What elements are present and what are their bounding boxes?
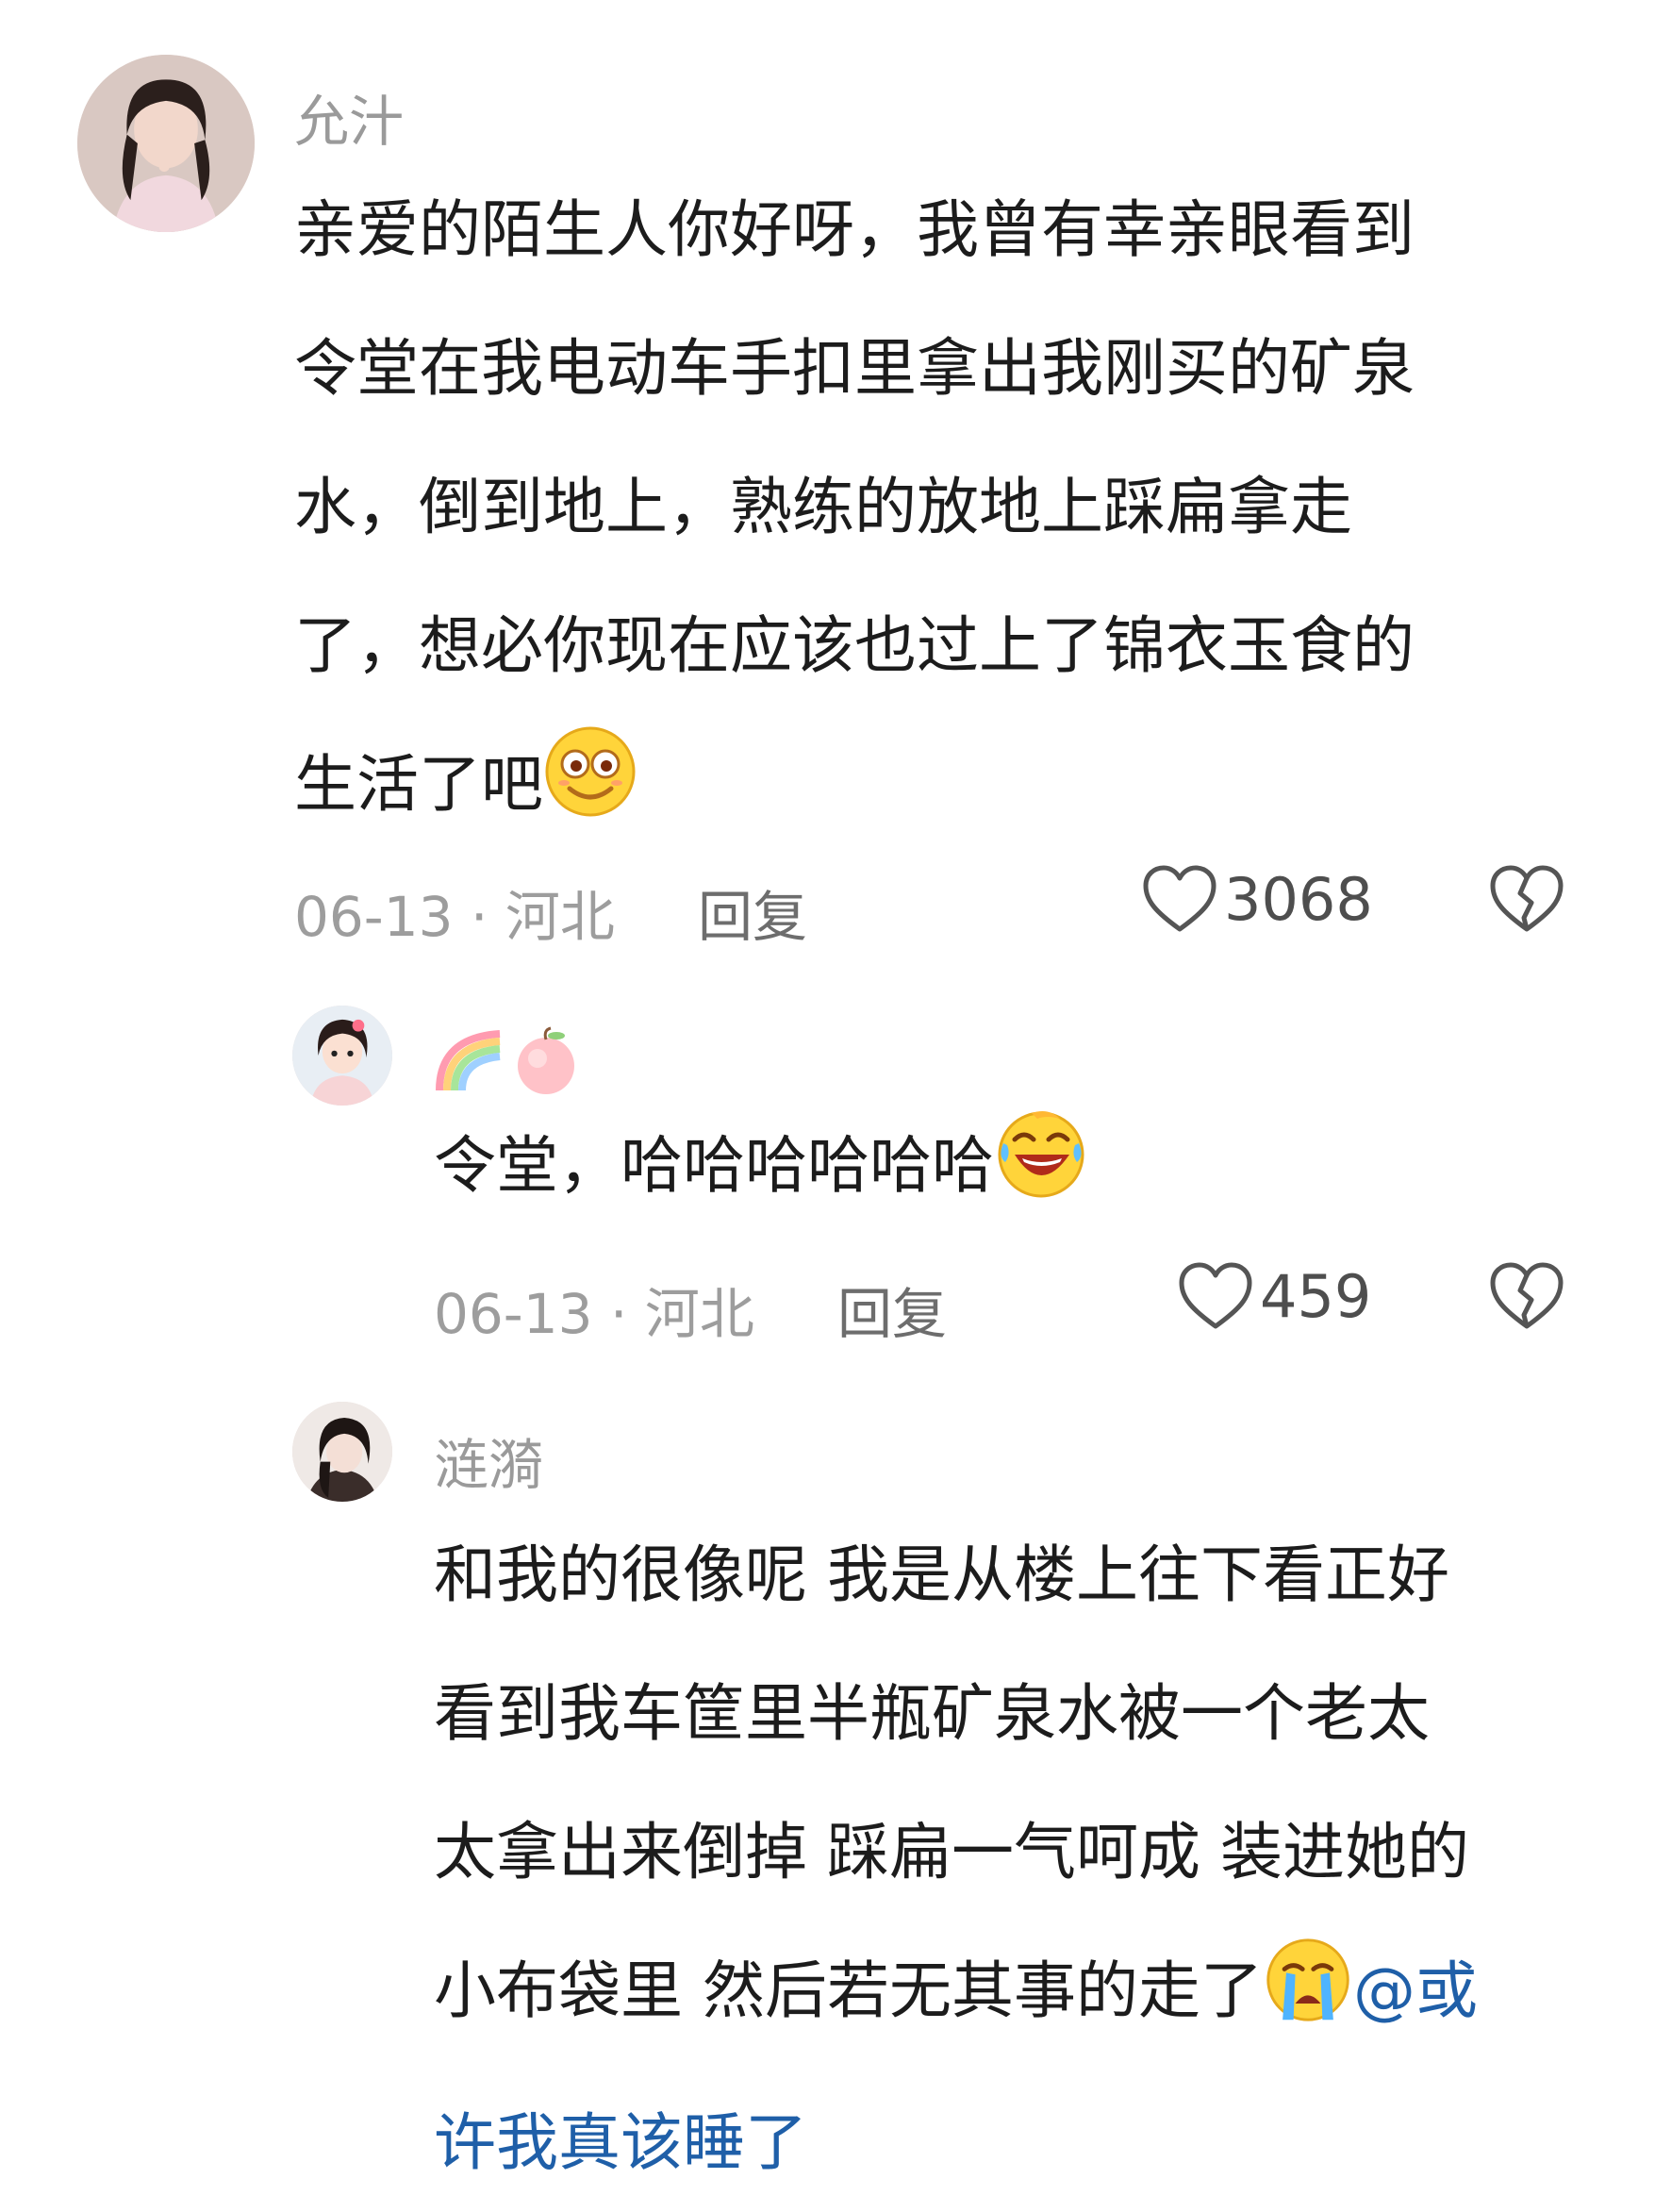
- rainbow-emoji: [436, 1030, 501, 1091]
- mention-link-continued[interactable]: 许我真该睡了: [434, 2073, 1622, 2212]
- comment-meta: 06-13 · 河北: [434, 1282, 754, 1346]
- comment-meta: 06-13 · 河北: [294, 885, 615, 949]
- peach-emoji: [518, 1026, 574, 1094]
- mention-link[interactable]: @或: [1353, 1954, 1478, 2027]
- avatar[interactable]: [292, 1402, 392, 1502]
- comment-1: 允汁 亲爱的陌生人你好呀，我曾有幸亲眼看到 令堂在我电动车手扣里拿出我刚买的矿泉…: [0, 0, 1655, 972]
- crying-face-emoji: [1263, 1935, 1353, 2073]
- comment-line: 了，想必你现在应该也过上了锦衣玉食的: [294, 609, 1415, 682]
- comment-line: 生活了吧: [294, 715, 1596, 867]
- comment-line: 令堂在我电动车手扣里拿出我刚买的矿泉: [294, 332, 1415, 405]
- comment-line: 太拿出来倒掉 踩扁一气呵成 装进她的: [434, 1816, 1469, 1888]
- comment-2: 令堂，哈哈哈哈哈哈 06-13 · 河北 回复 459: [0, 972, 1655, 1368]
- rolling-laughing-emoji: [994, 1106, 1088, 1248]
- broken-heart-icon: [1490, 1262, 1564, 1329]
- like-count: 3068: [1224, 864, 1373, 934]
- like-button[interactable]: 459: [1177, 1260, 1371, 1332]
- reply-button[interactable]: 回复: [698, 873, 807, 952]
- reply-button[interactable]: 回复: [837, 1270, 947, 1349]
- heart-icon: [1179, 1262, 1252, 1329]
- broken-heart-icon: [1490, 865, 1564, 932]
- comment-line: 水，倒到地上，熟练的放地上踩扁拿走: [294, 471, 1352, 543]
- comment-text: 令堂，哈哈哈哈哈哈: [434, 1096, 1088, 1248]
- comment-line: 小布袋里 然后若无其事的走了 @或: [434, 1921, 1622, 2073]
- comment-3: 涟漪 和我的很像呢 我是从楼上往下看正好 看到我车筐里半瓶矿泉水被一个老太 太拿…: [0, 1368, 1655, 2207]
- heart-icon: [1143, 865, 1216, 932]
- comment-text: 和我的很像呢 我是从楼上往下看正好 看到我车筐里半瓶矿泉水被一个老太 太拿出来倒…: [434, 1505, 1622, 2212]
- comment-text: 亲爱的陌生人你好呀，我曾有幸亲眼看到 令堂在我电动车手扣里拿出我刚买的矿泉 水，…: [294, 160, 1596, 867]
- like-count: 459: [1260, 1261, 1372, 1331]
- comment-line: 和我的很像呢 我是从楼上往下看正好: [434, 1538, 1449, 1611]
- avatar-image: [77, 55, 255, 232]
- comment-line: 亲爱的陌生人你好呀，我曾有幸亲眼看到: [294, 193, 1415, 266]
- comment-line-text: 生活了吧: [294, 748, 543, 821]
- dislike-button[interactable]: [1488, 1260, 1565, 1336]
- username-emojis[interactable]: [434, 1024, 583, 1098]
- comment-line: 看到我车筐里半瓶矿泉水被一个老太: [434, 1677, 1430, 1750]
- smiling-face-emoji: [543, 724, 637, 867]
- comment-text-content: 令堂，哈哈哈哈哈哈: [434, 1129, 994, 1202]
- comment-line-text: 小布袋里 然后若无其事的走了: [434, 1954, 1263, 2027]
- like-button[interactable]: 3068: [1141, 863, 1373, 935]
- avatar[interactable]: [292, 1006, 392, 1106]
- dislike-button[interactable]: [1488, 863, 1565, 939]
- username[interactable]: 允汁: [294, 77, 404, 157]
- avatar-image: [292, 1006, 392, 1106]
- avatar-image: [292, 1402, 392, 1502]
- avatar[interactable]: [77, 55, 255, 232]
- username[interactable]: 涟漪: [434, 1421, 543, 1500]
